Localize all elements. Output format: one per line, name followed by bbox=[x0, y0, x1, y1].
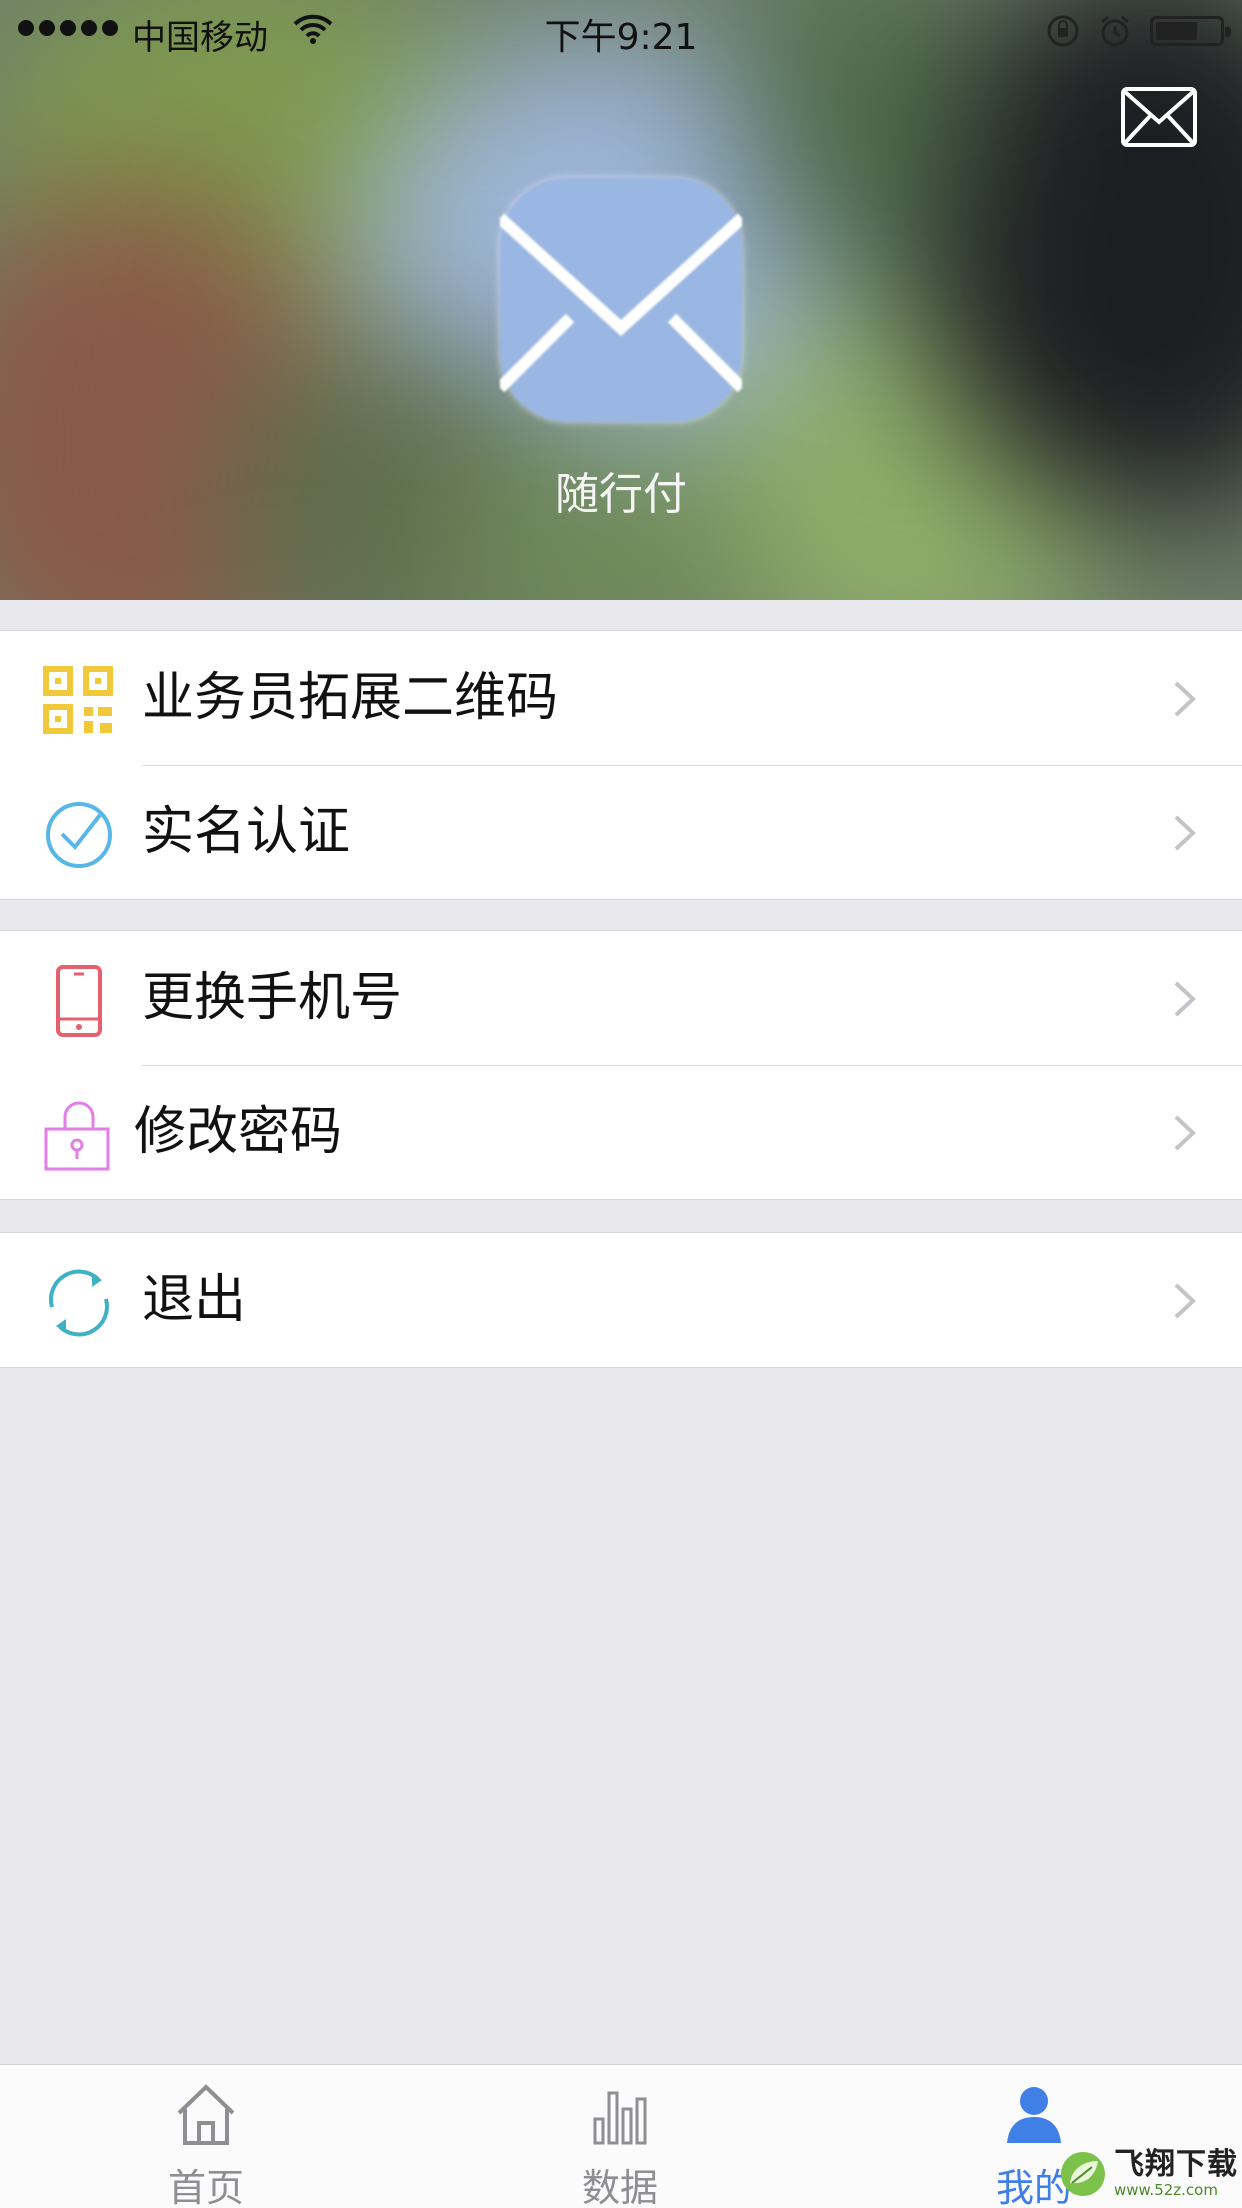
menu-group-account: 业务员拓展二维码 实名认证 bbox=[0, 630, 1242, 900]
user-icon bbox=[1007, 2087, 1061, 2143]
tab-home[interactable]: 首页 bbox=[106, 2065, 306, 2208]
avatar[interactable] bbox=[495, 178, 747, 422]
refresh-icon bbox=[49, 1269, 109, 1337]
envelope-icon[interactable] bbox=[1120, 86, 1198, 148]
profile-header: 中国移动 下午9:21 随行付 bbox=[0, 0, 1242, 600]
phone-icon bbox=[56, 965, 102, 1037]
menu-item-label: 业务员拓展二维码 bbox=[142, 668, 559, 728]
watermark: 飞翔下载 www.52z.com bbox=[1058, 2144, 1238, 2204]
menu-item-real-name-auth[interactable]: 实名认证 bbox=[0, 765, 1242, 899]
menu-item-logout[interactable]: 退出 bbox=[0, 1233, 1242, 1367]
battery-icon bbox=[1150, 16, 1231, 46]
menu-item-label: 更换手机号 bbox=[142, 968, 403, 1028]
orientation-lock-icon bbox=[1047, 15, 1079, 47]
check-circle-icon bbox=[46, 802, 112, 868]
watermark-name: 飞翔下载 bbox=[1114, 2147, 1238, 2182]
status-bar: 中国移动 下午9:21 bbox=[0, 0, 1242, 62]
chevron-right-icon bbox=[1174, 681, 1196, 717]
lock-icon bbox=[44, 1101, 110, 1171]
menu-item-label: 实名认证 bbox=[142, 802, 351, 862]
menu-group-security: 更换手机号 修改密码 bbox=[0, 930, 1242, 1200]
leaf-logo-icon bbox=[1061, 2152, 1105, 2196]
chevron-right-icon bbox=[1174, 981, 1196, 1017]
home-icon bbox=[177, 2084, 235, 2145]
alarm-icon bbox=[1101, 15, 1129, 47]
watermark-url: www.52z.com bbox=[1114, 2181, 1218, 2199]
menu-item-label: 修改密码 bbox=[134, 1102, 343, 1162]
avatar-envelope-icon bbox=[495, 213, 747, 393]
chevron-right-icon bbox=[1174, 1283, 1196, 1319]
menu-item-change-phone[interactable]: 更换手机号 bbox=[0, 931, 1242, 1065]
tab-data[interactable]: 数据 bbox=[520, 2065, 720, 2208]
menu-item-change-password[interactable]: 修改密码 bbox=[0, 1065, 1242, 1199]
tab-bar: 首页 数据 我的 飞翔下载 www.52z.com bbox=[0, 2064, 1242, 2208]
tab-label: 数据 bbox=[581, 2166, 658, 2208]
qr-code-icon bbox=[43, 666, 113, 734]
menu-item-label: 退出 bbox=[142, 1270, 247, 1330]
tab-label: 首页 bbox=[167, 2166, 244, 2208]
app-name: 随行付 bbox=[555, 469, 687, 520]
bar-chart-icon bbox=[593, 2091, 647, 2145]
menu-item-qr-code[interactable]: 业务员拓展二维码 bbox=[0, 631, 1242, 765]
chevron-right-icon bbox=[1174, 1115, 1196, 1151]
menu-group-logout: 退出 bbox=[0, 1232, 1242, 1368]
chevron-right-icon bbox=[1174, 815, 1196, 851]
